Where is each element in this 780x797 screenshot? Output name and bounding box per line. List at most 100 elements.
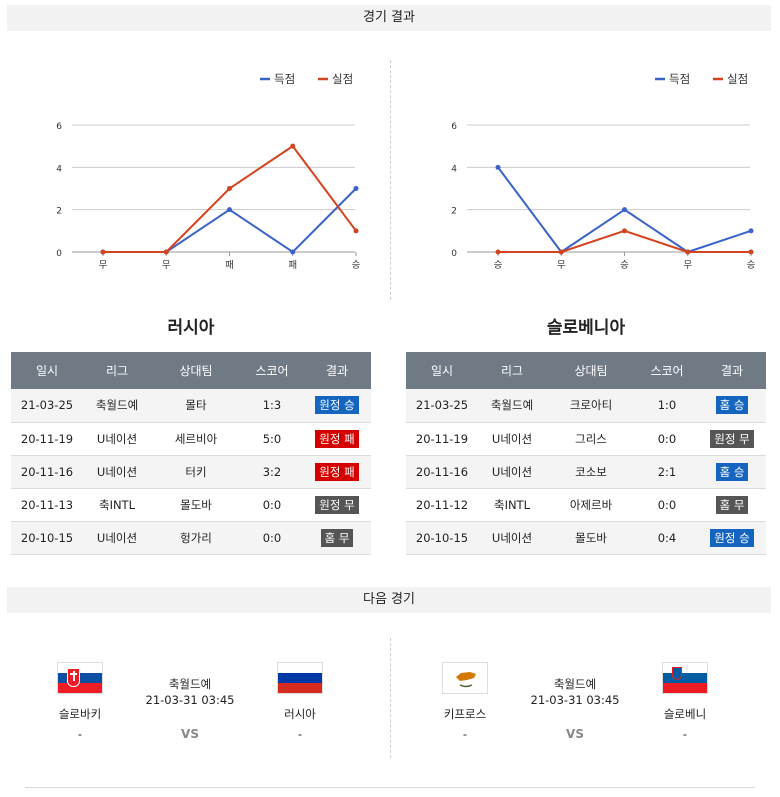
x-tick-label: 승 (620, 260, 629, 271)
away-team[interactable]: 러시아 - (255, 662, 345, 742)
away-team-score: - (682, 727, 688, 741)
result-badge: 홈 승 (715, 396, 749, 415)
legend-label: 실점 (332, 72, 353, 86)
data-point (227, 207, 232, 213)
row-date: 21-03-25 (406, 389, 478, 423)
col-league: 리그 (83, 352, 151, 389)
result-badge: 원정 패 (315, 462, 359, 481)
left-team-title: 러시아 (167, 318, 215, 338)
data-point (622, 207, 627, 213)
row-opponent: 몰타 (151, 389, 241, 423)
results-section-header: 경기 결과 (7, 5, 771, 31)
row-date: 20-11-16 (11, 455, 83, 489)
table-row: 20-11-19 U네이션 세르비아 5:0 원정 패 (11, 422, 371, 456)
col-league: 리그 (478, 352, 546, 389)
col-opponent: 상대팀 (546, 352, 636, 389)
row-opponent: 터키 (151, 455, 241, 489)
result-badge: 원정 승 (710, 528, 754, 547)
home-team-score: - (77, 727, 83, 741)
row-score: 0:0 (241, 521, 303, 555)
vs-label: VS (181, 727, 199, 741)
col-score: 스코어 (636, 352, 698, 389)
row-league: U네이션 (478, 455, 546, 489)
series-line-scored (103, 187, 357, 254)
row-league: U네이션 (83, 455, 151, 489)
data-point (495, 164, 501, 170)
col-date: 일시 (11, 352, 83, 389)
next-match-card[interactable]: 슬로바키 - 축월드예 21-03-31 03:45 VS 러시아 - (20, 650, 380, 760)
home-team-score: - (462, 727, 468, 741)
row-result: 원정 승 (698, 521, 766, 555)
data-point (227, 186, 232, 191)
away-team[interactable]: 슬로베니 - (640, 662, 730, 742)
y-tick-label: 0 (56, 249, 62, 259)
away-team-name: 러시아 (284, 707, 316, 721)
row-opponent: 몰도바 (546, 521, 636, 555)
y-tick-label: 0 (451, 249, 457, 259)
data-point (748, 249, 754, 255)
row-opponent: 세르비아 (151, 422, 241, 456)
result-badge: 홈 승 (715, 462, 749, 481)
data-point (290, 249, 296, 255)
home-team[interactable]: 슬로바키 - (35, 662, 125, 742)
table-row: 20-11-19 U네이션 그리스 0:0 원정 무 (406, 422, 766, 456)
x-tick-label: 승 (747, 260, 756, 271)
match-info: 축월드예 21-03-31 03:45 VS (135, 676, 245, 742)
row-date: 20-10-15 (406, 521, 478, 555)
right-form-chart: 득점 실점 0 2 4 6 승 무 승 무 승 (395, 60, 775, 290)
legend-label: 득점 (274, 72, 295, 86)
row-opponent: 헝가리 (151, 521, 241, 555)
row-league: 축INTL (478, 488, 546, 522)
row-league: U네이션 (478, 422, 546, 456)
col-result: 결과 (698, 352, 766, 389)
table-row: 20-10-15 U네이션 몰도바 0:4 원정 승 (406, 521, 766, 555)
x-tick-label: 무 (162, 260, 171, 271)
left-results-table: 일시 리그 상대팀 스코어 결과 21-03-25 축월드예 몰타 1:3 원정 승 20… (11, 352, 371, 555)
row-score: 5:0 (241, 422, 303, 456)
row-score: 1:0 (636, 389, 698, 423)
row-league: 축INTL (83, 488, 151, 522)
y-tick-label: 6 (451, 122, 457, 132)
row-score: 0:0 (636, 422, 698, 456)
table-header-row: 일시 리그 상대팀 스코어 결과 (11, 352, 371, 389)
match-datetime: 21-03-31 03:45 (530, 693, 620, 707)
row-date: 20-11-16 (406, 455, 478, 489)
data-point (163, 249, 169, 255)
row-opponent: 코소보 (546, 455, 636, 489)
row-result: 홈 승 (698, 455, 766, 489)
x-tick-label: 패 (225, 260, 234, 271)
x-tick-label: 무 (99, 260, 108, 271)
row-result: 원정 패 (303, 455, 371, 489)
row-score: 0:0 (241, 488, 303, 522)
col-score: 스코어 (241, 352, 303, 389)
data-point (353, 228, 359, 234)
y-tick-label: 2 (451, 207, 457, 217)
result-badge: 홈 무 (715, 495, 749, 514)
row-date: 21-03-25 (11, 389, 83, 423)
series-line-conceded (498, 229, 751, 253)
col-date: 일시 (406, 352, 478, 389)
table-header-row: 일시 리그 상대팀 스코어 결과 (406, 352, 766, 389)
slovenia-flag-icon (662, 662, 708, 694)
result-badge: 원정 승 (315, 396, 359, 415)
x-tick-label: 승 (494, 260, 503, 271)
x-tick-label: 무 (683, 260, 692, 271)
matches-divider (390, 638, 391, 758)
row-league: U네이션 (478, 521, 546, 555)
row-date: 20-11-12 (406, 488, 478, 522)
row-opponent: 아제르바 (546, 488, 636, 522)
row-date: 20-11-19 (406, 422, 478, 456)
home-team[interactable]: 키프로스 - (420, 662, 510, 742)
match-league: 축월드예 (168, 677, 212, 691)
match-info: 축월드예 21-03-31 03:45 VS (520, 676, 630, 742)
right-team-title: 슬로베니아 (546, 318, 626, 338)
result-badge: 원정 무 (710, 429, 754, 448)
table-row: 20-11-16 U네이션 코소보 2:1 홈 승 (406, 455, 766, 489)
row-result: 홈 승 (698, 389, 766, 423)
y-tick-label: 6 (56, 122, 62, 132)
row-date: 20-10-15 (11, 521, 83, 555)
row-score: 0:0 (636, 488, 698, 522)
next-match-card[interactable]: 키프로스 - 축월드예 21-03-31 03:45 VS 슬로베니 - (405, 650, 765, 760)
data-point (558, 249, 564, 255)
table-row: 20-11-13 축INTL 몰도바 0:0 원정 무 (11, 488, 371, 522)
